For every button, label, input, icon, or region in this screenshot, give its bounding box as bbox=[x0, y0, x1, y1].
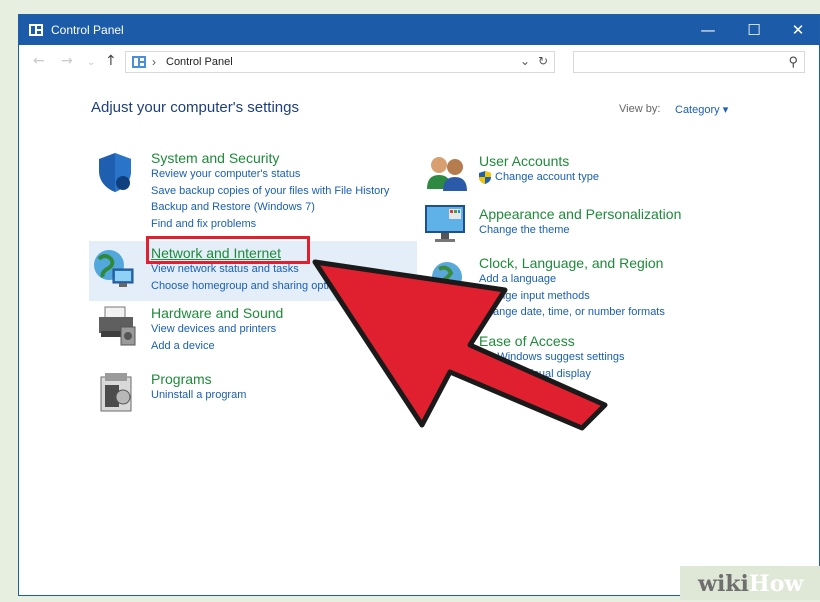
watermark-how: How bbox=[748, 571, 804, 597]
watermark-text: wikiHow bbox=[698, 571, 803, 597]
watermark-wiki: wiki bbox=[698, 571, 749, 597]
pointer-arrow-annotation bbox=[312, 259, 608, 431]
wikihow-watermark: wikiHow bbox=[680, 566, 820, 600]
